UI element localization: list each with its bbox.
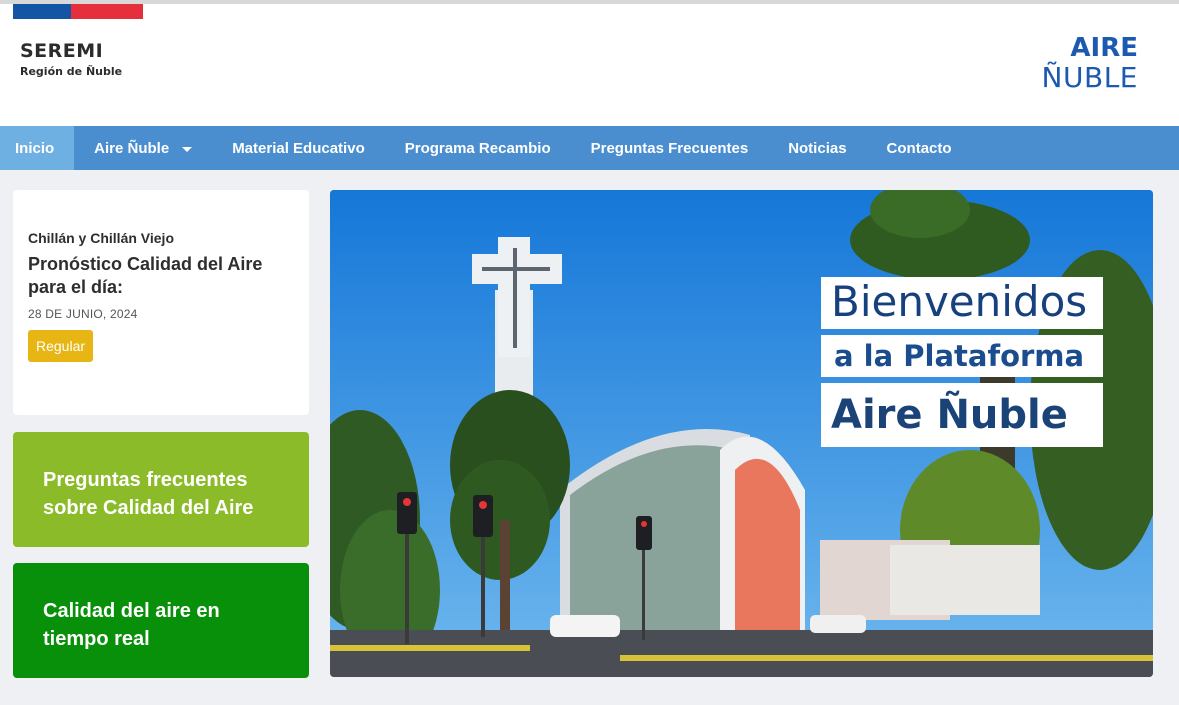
logo-aire-text: AIRE [1070, 33, 1138, 63]
nav-item-preguntas-frecuentes[interactable]: Preguntas Frecuentes [571, 126, 769, 170]
aire-nuble-logo[interactable]: AIRE ÑUBLE [1042, 34, 1138, 94]
nav-item-contacto[interactable]: Contacto [867, 126, 972, 170]
forecast-date: 28 DE JUNIO, 2024 [28, 307, 138, 321]
realtime-air-quality-card-link[interactable]: Calidad del aire en tiempo real [13, 563, 309, 678]
logo-region-text: Región de Ñuble [20, 65, 123, 78]
forecast-status-badge: Regular [28, 330, 94, 362]
seremi-logo[interactable]: SEREMI Región de Ñuble [20, 40, 122, 78]
logo-seremi-text: SEREMI [20, 40, 104, 62]
forecast-card: Chillán y Chillán Viejo Pronóstico Calid… [13, 190, 309, 415]
forecast-location: Chillán y Chillán Viejo [28, 230, 174, 246]
nav-item-programa-recambio[interactable]: Programa Recambio [385, 126, 571, 170]
nav-item-material-educativo[interactable]: Material Educativo [212, 126, 385, 170]
main-nav: Inicio Aire Ñuble Material Educativo Pro… [0, 126, 1179, 170]
hero-welcome-line3: Aire Ñuble [821, 383, 1103, 447]
logo-nuble-text: ÑUBLE [1041, 61, 1138, 94]
forecast-title: Pronóstico Calidad del Aire para el día: [28, 254, 263, 297]
nav-item-noticias[interactable]: Noticias [768, 126, 866, 170]
chile-flag-stripe [13, 4, 143, 19]
caret-down-icon [182, 146, 193, 152]
nav-item-label: Aire Ñuble [94, 139, 170, 157]
faq-card-link[interactable]: Preguntas frecuentes sobre Calidad del A… [13, 432, 309, 547]
site-header: SEREMI Región de Ñuble AIRE ÑUBLE [0, 4, 1179, 126]
nav-item-inicio[interactable]: Inicio [0, 126, 75, 170]
hero-welcome-line1: Bienvenidos [821, 277, 1103, 329]
hero-welcome-line2: a la Plataforma [821, 335, 1103, 377]
nav-item-aire-nuble[interactable]: Aire Ñuble [74, 126, 212, 170]
